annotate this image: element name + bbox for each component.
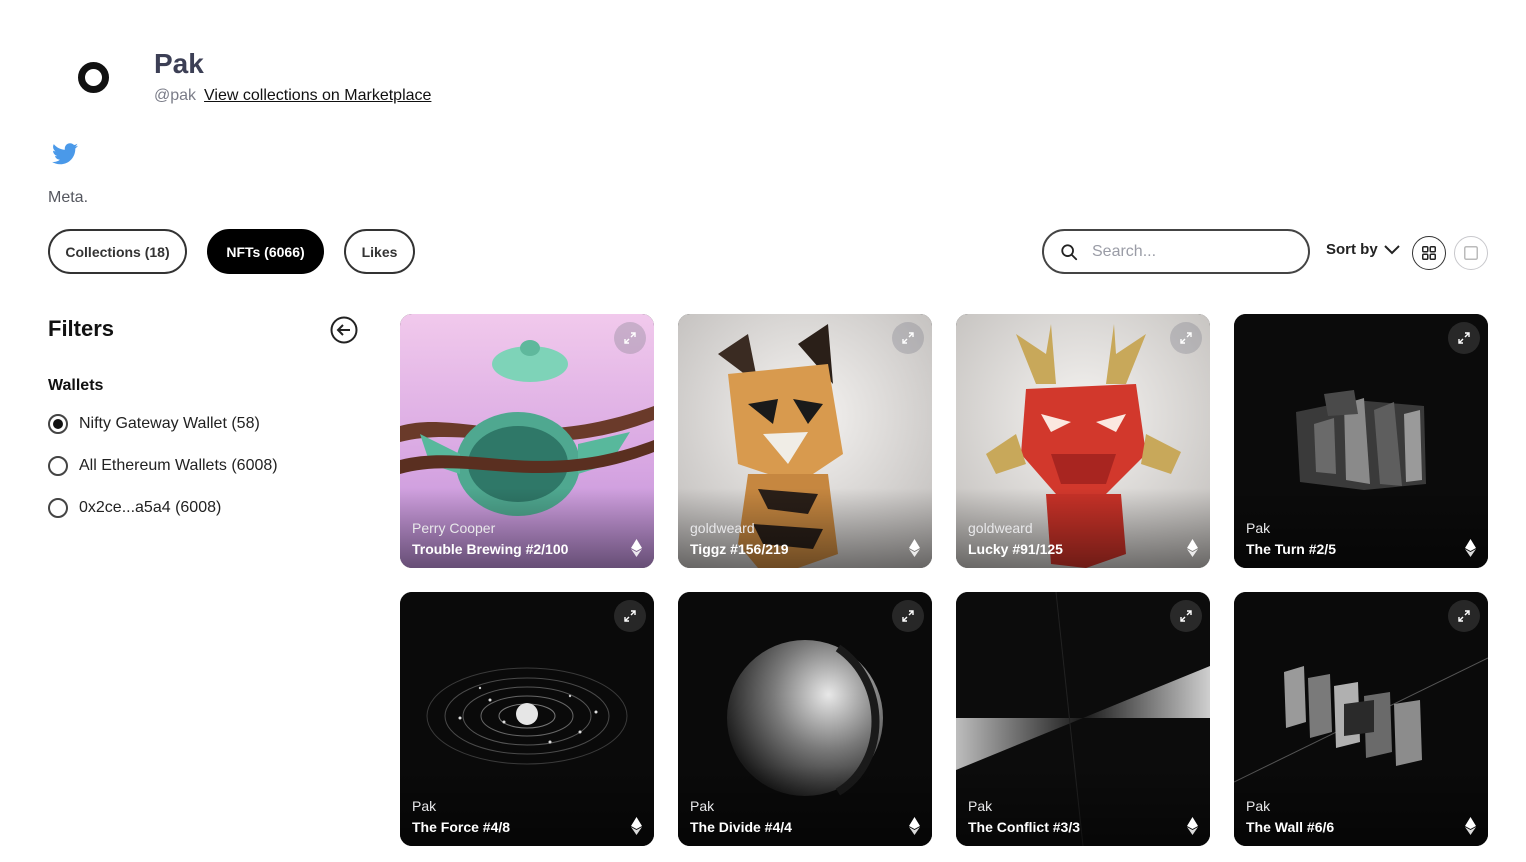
- ethereum-icon: [1187, 539, 1198, 557]
- chevron-down-icon: [1383, 244, 1400, 254]
- ethereum-icon: [1465, 539, 1476, 557]
- expand-icon[interactable]: [892, 600, 924, 632]
- nft-card[interactable]: Pak The Turn #2/5: [1234, 314, 1488, 568]
- nft-title: Lucky #91/125: [968, 541, 1063, 557]
- profile-name: Pak: [154, 48, 204, 79]
- nft-creator: goldweard: [690, 520, 755, 536]
- nft-card[interactable]: goldweard Lucky #91/125: [956, 314, 1210, 568]
- radio-icon[interactable]: [48, 456, 68, 476]
- nft-title: The Force #4/8: [412, 819, 511, 835]
- expand-icon[interactable]: [614, 600, 646, 632]
- expand-icon[interactable]: [614, 322, 646, 354]
- profile-handle: @pak: [154, 87, 197, 104]
- marketplace-link[interactable]: View collections on Marketplace: [204, 87, 431, 105]
- ethereum-icon: [1465, 817, 1476, 835]
- profile-handle-row: @pak View collections on Marketplace: [154, 87, 431, 105]
- expand-icon[interactable]: [892, 322, 924, 354]
- nft-creator: Perry Cooper: [412, 520, 496, 536]
- nft-creator: Pak: [1246, 520, 1271, 536]
- expand-icon[interactable]: [1448, 322, 1480, 354]
- nft-card[interactable]: Pak The Divide #4/4: [678, 592, 932, 846]
- nft-creator: Pak: [968, 798, 993, 814]
- nft-card[interactable]: Perry Cooper Trouble Brewing #2/100: [400, 314, 654, 568]
- ethereum-icon: [631, 817, 642, 835]
- wallet-option-label: 0x2ce...a5a4 (6008): [79, 499, 222, 516]
- wallet-option-nifty[interactable]: Nifty Gateway Wallet (58): [48, 414, 260, 434]
- grid-icon: [1422, 246, 1436, 260]
- search-icon: [1061, 243, 1078, 260]
- wallets-title: Wallets: [48, 377, 104, 394]
- ethereum-icon: [909, 817, 920, 835]
- wallet-option-label: Nifty Gateway Wallet (58): [79, 415, 260, 432]
- nft-title: Tiggz #156/219: [690, 541, 789, 557]
- grid-view-button[interactable]: [1412, 236, 1446, 270]
- tab-collections[interactable]: Collections (18): [48, 229, 187, 274]
- nft-card[interactable]: Pak The Conflict #3/3: [956, 592, 1210, 846]
- search-input[interactable]: [1092, 242, 1292, 261]
- nft-title: The Turn #2/5: [1246, 541, 1336, 557]
- tab-nfts[interactable]: NFTs (6066): [207, 229, 324, 274]
- sort-dropdown[interactable]: Sort by: [1326, 241, 1400, 258]
- nft-title: The Conflict #3/3: [968, 819, 1081, 835]
- nft-creator: Pak: [1246, 798, 1271, 814]
- ethereum-icon: [631, 539, 642, 557]
- sort-label: Sort by: [1326, 241, 1378, 258]
- radio-icon[interactable]: [48, 498, 68, 518]
- nft-title: The Divide #4/4: [690, 819, 792, 835]
- single-view-button[interactable]: [1454, 236, 1488, 270]
- nft-creator: Pak: [690, 798, 715, 814]
- expand-icon[interactable]: [1448, 600, 1480, 632]
- ethereum-icon: [909, 539, 920, 557]
- tab-likes[interactable]: Likes: [344, 229, 415, 274]
- nft-title: The Wall #6/6: [1246, 819, 1335, 835]
- nft-title: Trouble Brewing #2/100: [412, 541, 569, 557]
- twitter-icon[interactable]: [52, 142, 78, 166]
- radio-icon[interactable]: [48, 414, 68, 434]
- ethereum-icon: [1187, 817, 1198, 835]
- nft-card[interactable]: Pak The Wall #6/6: [1234, 592, 1488, 846]
- profile-bio: Meta.: [48, 189, 89, 206]
- nft-card[interactable]: Pak The Force #4/8: [400, 592, 654, 846]
- avatar-ring-icon: [77, 61, 109, 93]
- search-box[interactable]: [1042, 229, 1310, 274]
- expand-icon[interactable]: [1170, 322, 1202, 354]
- nft-card[interactable]: goldweard Tiggz #156/219: [678, 314, 932, 568]
- collapse-filters-icon[interactable]: [330, 316, 358, 344]
- nft-creator: Pak: [412, 798, 437, 814]
- expand-icon[interactable]: [1170, 600, 1202, 632]
- wallet-option-label: All Ethereum Wallets (6008): [79, 457, 278, 474]
- profile-avatar: [48, 32, 138, 122]
- wallet-option-all-ethereum[interactable]: All Ethereum Wallets (6008): [48, 456, 278, 476]
- nft-creator: goldweard: [968, 520, 1033, 536]
- square-icon: [1464, 246, 1478, 260]
- filters-title: Filters: [48, 316, 115, 341]
- wallet-option-address[interactable]: 0x2ce...a5a4 (6008): [48, 498, 221, 518]
